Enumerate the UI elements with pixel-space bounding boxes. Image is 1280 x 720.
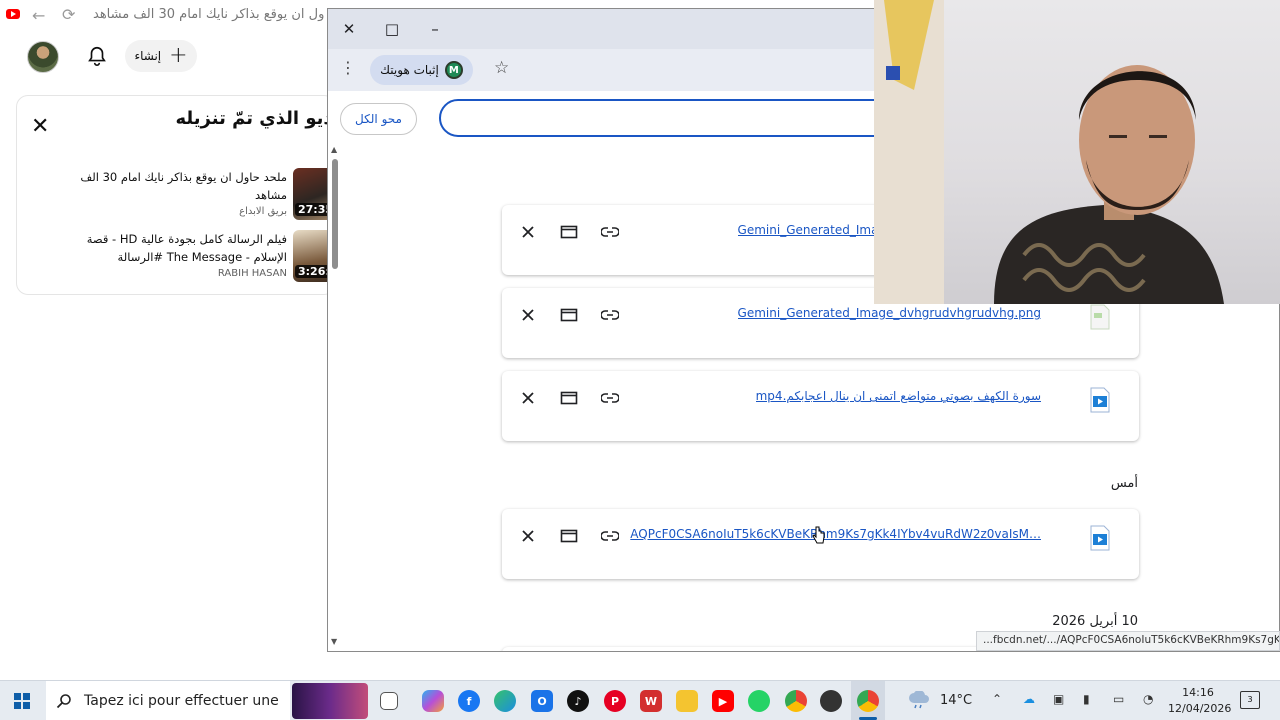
create-label: إنشاء: [134, 49, 162, 63]
onedrive-icon[interactable]: ☁: [1023, 692, 1035, 706]
search-icon: [56, 694, 71, 709]
mouse-pointer-icon: [812, 526, 825, 544]
image-file-icon: [1090, 304, 1110, 330]
outlook-icon[interactable]: O: [531, 690, 553, 712]
clock-time: 14:16: [1182, 686, 1214, 699]
avatar[interactable]: [27, 41, 59, 73]
microphone-icon[interactable]: ▮: [1083, 692, 1090, 706]
minimize-icon[interactable]: –: [423, 17, 447, 41]
close-window-icon[interactable]: ✕: [337, 17, 361, 41]
group-heading-yesterday: أمس: [1110, 476, 1138, 491]
back-arrow-icon[interactable]: ←: [32, 6, 45, 25]
copilot-icon[interactable]: [422, 690, 444, 712]
video-file-icon: [1090, 525, 1110, 551]
more-menu-icon[interactable]: ⋮: [340, 58, 356, 77]
scroll-up-arrow-icon[interactable]: ▲: [331, 145, 337, 154]
youtube-favicon-icon: [6, 9, 20, 19]
remove-icon[interactable]: [515, 385, 541, 411]
remove-icon[interactable]: [515, 523, 541, 549]
facebook-icon[interactable]: f: [458, 690, 480, 712]
download-item: سورة الكهف بصوتي متواضع اتمنى ان ينال اع…: [502, 371, 1139, 441]
system-clock[interactable]: 14:16 12/04/2026: [1168, 685, 1232, 717]
taskbar-search-input[interactable]: Tapez ici pour effectuer une: [46, 681, 290, 720]
wps-office-icon[interactable]: W: [640, 690, 662, 712]
profile-avatar: M: [444, 61, 463, 79]
chevron-up-icon[interactable]: ⌃: [992, 692, 1002, 706]
list-item[interactable]: ملحد حاول ان يوقع بذاكر نايك امام 30 الف…: [37, 168, 335, 222]
copy-link-icon[interactable]: [597, 523, 623, 549]
close-icon[interactable]: ✕: [31, 116, 49, 138]
copy-link-icon[interactable]: [597, 219, 623, 245]
copy-link-icon[interactable]: [597, 302, 623, 328]
cloud-rain-icon: [909, 691, 929, 709]
bell-icon[interactable]: [86, 44, 108, 68]
pinterest-icon[interactable]: P: [604, 690, 626, 712]
file-explorer-icon[interactable]: [676, 690, 698, 712]
profile-button[interactable]: M إثبات هويتك: [370, 55, 473, 85]
video-channel: بريق الابداع: [239, 206, 287, 217]
file-name-link[interactable]: Gemini_Generated_Image_dvhgrudvhgrudvhg.…: [738, 306, 1041, 320]
scroll-down-arrow-icon[interactable]: ▼: [331, 637, 337, 646]
video-text: فيلم الرسالة كامل بجودة عالية HD - قصة ا…: [57, 230, 287, 279]
group-heading-date: 10 أبريل 2026: [1052, 614, 1138, 629]
file-name-link[interactable]: سورة الكهف بصوتي متواضع اتمنى ان ينال اع…: [756, 389, 1041, 403]
chrome-active-icon[interactable]: [857, 690, 879, 712]
chrome-profile-icon[interactable]: [820, 690, 842, 712]
video-channel: RABIH HASAN: [217, 268, 287, 279]
downloaded-videos-panel: ✕ الفيديو الذي تمّ تنزيله ملحد حاول ان ي…: [16, 95, 336, 295]
taskbar-search-placeholder: Tapez ici pour effectuer une: [84, 693, 279, 709]
edge-icon[interactable]: [494, 690, 516, 712]
youtube-tab-bar: ← ⟳ ملحد حاول ان يوقع بذاكر نايك امام 30…: [0, 0, 330, 32]
show-in-folder-icon[interactable]: [556, 523, 582, 549]
scrollbar-thumb[interactable]: [332, 159, 338, 269]
taskbar: Tapez ici pour effectuer une f O ♪ P W ▶…: [0, 680, 1280, 720]
reload-icon[interactable]: ⟳: [62, 5, 75, 24]
profile-label: إثبات هويتك: [380, 63, 439, 77]
temperature: 14°C: [940, 692, 973, 708]
search-highlight-widget-icon[interactable]: [292, 683, 368, 719]
windows-start-icon[interactable]: [14, 693, 30, 709]
show-in-folder-icon[interactable]: [556, 385, 582, 411]
wifi-icon[interactable]: ◔: [1143, 692, 1153, 706]
file-name-link[interactable]: AQPcF0CSA6noIuT5k6cKVBeKRhm9Ks7gKk4IYbv4…: [630, 527, 1041, 541]
task-view-icon[interactable]: [380, 692, 398, 710]
status-url-bar: ...fbcdn.net/.../AQPcF0CSA6noIuT5k6cKVBe…: [976, 631, 1280, 651]
create-button[interactable]: + إنشاء: [125, 40, 197, 72]
panel-title: الفيديو الذي تمّ تنزيله: [175, 108, 336, 129]
webcam-overlay: [874, 0, 1280, 304]
webcam-person-image: [874, 0, 1224, 304]
video-title: ملحد حاول ان يوقع بذاكر نايك امام 30 الف…: [80, 170, 287, 202]
remove-icon[interactable]: [515, 219, 541, 245]
whatsapp-icon[interactable]: [748, 690, 770, 712]
copy-link-icon[interactable]: [597, 385, 623, 411]
plus-icon: +: [169, 43, 188, 68]
clear-all-button[interactable]: محو الكل: [340, 103, 417, 135]
youtube-app-icon[interactable]: ▶: [712, 690, 734, 712]
video-title: فيلم الرسالة كامل بجودة عالية HD - قصة ا…: [86, 232, 287, 264]
battery-icon[interactable]: ▭: [1113, 692, 1124, 706]
show-in-folder-icon[interactable]: [556, 219, 582, 245]
notification-center-icon[interactable]: 3: [1240, 691, 1260, 709]
chrome-icon[interactable]: [785, 690, 807, 712]
remove-icon[interactable]: [515, 302, 541, 328]
video-file-icon: [1090, 387, 1110, 413]
star-icon[interactable]: ☆: [494, 58, 509, 78]
clock-date: 12/04/2026: [1168, 702, 1232, 715]
maximize-icon[interactable]: □: [380, 17, 404, 41]
video-text: ملحد حاول ان يوقع بذاكر نايك امام 30 الف…: [57, 168, 287, 217]
list-item[interactable]: فيلم الرسالة كامل بجودة عالية HD - قصة ا…: [37, 230, 335, 284]
notification-count: 3: [1247, 695, 1253, 704]
device-icon[interactable]: ▣: [1053, 692, 1064, 706]
tiktok-icon[interactable]: ♪: [567, 690, 589, 712]
show-in-folder-icon[interactable]: [556, 302, 582, 328]
youtube-tab-title[interactable]: ملحد حاول ان يوقع بذاكر نايك امام 30 الف…: [93, 7, 325, 22]
